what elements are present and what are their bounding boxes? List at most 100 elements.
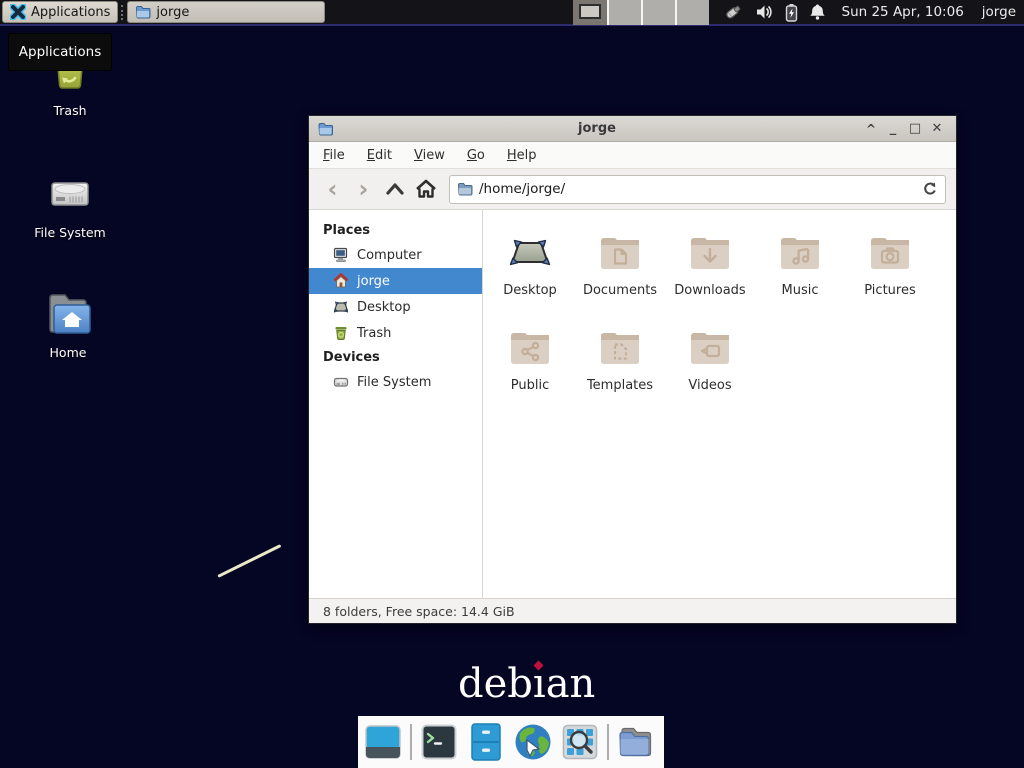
menu-view[interactable]: View — [403, 144, 456, 167]
file-manager-launcher[interactable] — [616, 722, 656, 762]
workspace-2[interactable] — [607, 0, 641, 25]
file-cabinet-icon — [469, 722, 503, 762]
sidebar-item-jorge[interactable]: jorge — [309, 268, 482, 294]
toolbar: ‹ › — [309, 169, 956, 210]
home-icon — [333, 273, 349, 289]
battery-icon[interactable] — [785, 3, 798, 22]
menu-file[interactable]: File — [312, 144, 356, 167]
sidebar-item-file-system[interactable]: File System — [309, 369, 482, 395]
shade-button[interactable]: ^ — [860, 117, 882, 141]
debian-wordmark: debıan — [458, 661, 595, 707]
back-icon: ‹ — [328, 177, 338, 201]
sidebar-item-computer[interactable]: Computer — [309, 242, 482, 268]
home-button[interactable] — [412, 176, 439, 203]
applications-menu-button[interactable]: Applications — [2, 1, 118, 23]
sidebar-header-devices: Devices — [309, 346, 482, 369]
system-tray — [723, 2, 826, 22]
dock-separator — [410, 724, 412, 760]
statusbar: 8 folders, Free space: 14.4 GiB — [309, 598, 956, 623]
drive-icon — [44, 168, 96, 220]
file-item-label: Templates — [587, 378, 653, 393]
sidebar: Places Computer — [309, 210, 483, 598]
forward-button[interactable]: › — [350, 176, 377, 203]
web-browser-launcher[interactable] — [513, 722, 553, 762]
path-input[interactable] — [479, 181, 916, 197]
peripheral-icon[interactable] — [723, 2, 744, 22]
minimize-button[interactable]: _ — [882, 122, 904, 136]
clock[interactable]: Sun 25 Apr, 10:06 — [842, 4, 964, 20]
close-button[interactable]: ✕ — [926, 117, 948, 141]
dock-separator — [607, 724, 609, 760]
up-icon — [385, 182, 405, 196]
sidebar-item-label: Computer — [357, 248, 422, 263]
workspace-4[interactable] — [675, 0, 709, 25]
file-item-public[interactable]: Public — [485, 323, 575, 418]
file-item-label: Pictures — [864, 283, 915, 298]
public-folder-icon — [506, 323, 554, 371]
file-item-documents[interactable]: Documents — [575, 228, 665, 323]
file-item-pictures[interactable]: Pictures — [845, 228, 935, 323]
panel-handle[interactable] — [121, 5, 124, 20]
file-item-music[interactable]: Music — [755, 228, 845, 323]
pictures-folder-icon — [866, 228, 914, 276]
desktop-icon-file-system[interactable]: File System — [28, 168, 112, 240]
workspace-switcher — [573, 0, 709, 25]
applications-tooltip: Applications — [8, 33, 112, 71]
maximize-button[interactable]: □ — [904, 117, 926, 141]
tooltip-text: Applications — [19, 44, 101, 60]
window-folder-icon — [317, 121, 334, 137]
back-button[interactable]: ‹ — [319, 176, 346, 203]
desktop-icon-label: File System — [34, 225, 106, 240]
session-username[interactable]: jorge — [982, 4, 1016, 20]
volume-icon[interactable] — [755, 3, 774, 21]
workspace-1[interactable] — [573, 0, 607, 25]
menubar: File Edit View Go Help — [309, 142, 956, 169]
desktop-folder-icon — [506, 228, 554, 276]
sidebar-item-label: Desktop — [357, 300, 411, 315]
workspace-window-preview — [579, 4, 601, 19]
app-finder-launcher[interactable] — [560, 722, 600, 762]
notifications-icon[interactable] — [809, 3, 826, 21]
templates-folder-icon — [596, 323, 644, 371]
file-item-label: Music — [782, 283, 819, 298]
reload-button[interactable] — [922, 181, 938, 197]
path-folder-icon — [457, 181, 473, 197]
file-item-label: Videos — [688, 378, 731, 393]
taskbar-window-button[interactable]: jorge — [127, 1, 325, 23]
show-desktop-button[interactable] — [363, 722, 403, 762]
up-button[interactable] — [381, 176, 408, 203]
top-panel: Applications jorge — [0, 0, 1024, 26]
file-view: Desktop — [483, 210, 956, 598]
applications-menu-label: Applications — [31, 5, 110, 20]
window-body: Places Computer — [309, 210, 956, 598]
file-item-desktop[interactable]: Desktop — [485, 228, 575, 323]
file-item-videos[interactable]: Videos — [665, 323, 755, 418]
location-bar[interactable] — [449, 175, 946, 204]
menu-help[interactable]: Help — [496, 144, 548, 167]
app-finder-icon — [561, 723, 599, 761]
home-icon — [415, 179, 437, 199]
desktop: Applications jorge — [0, 0, 1024, 768]
window-titlebar[interactable]: jorge ^ _ □ ✕ — [309, 116, 956, 142]
sidebar-item-desktop[interactable]: Desktop — [309, 294, 482, 320]
drive-icon — [333, 374, 349, 390]
dock-panel — [358, 716, 664, 768]
sidebar-item-label: jorge — [357, 274, 390, 289]
desktop-icon-label: Home — [50, 345, 87, 360]
file-grid: Desktop — [485, 228, 935, 418]
forward-icon: › — [359, 177, 369, 201]
menu-go[interactable]: Go — [456, 144, 496, 167]
terminal-launcher[interactable] — [419, 722, 459, 762]
sidebar-item-trash[interactable]: Trash — [309, 320, 482, 346]
annotation-stroke — [217, 544, 281, 578]
file-item-downloads[interactable]: Downloads — [665, 228, 755, 323]
menu-edit[interactable]: Edit — [356, 144, 403, 167]
workspace-3[interactable] — [641, 0, 675, 25]
desktop-icon-label: Trash — [53, 103, 86, 118]
file-item-templates[interactable]: Templates — [575, 323, 665, 418]
file-manager-window: jorge ^ _ □ ✕ File Edit View Go Help ‹ › — [308, 115, 957, 624]
desktop-icon-home[interactable]: Home — [26, 288, 110, 360]
file-cabinet-launcher[interactable] — [466, 722, 506, 762]
show-desktop-icon — [364, 723, 402, 761]
reload-icon — [922, 181, 938, 197]
